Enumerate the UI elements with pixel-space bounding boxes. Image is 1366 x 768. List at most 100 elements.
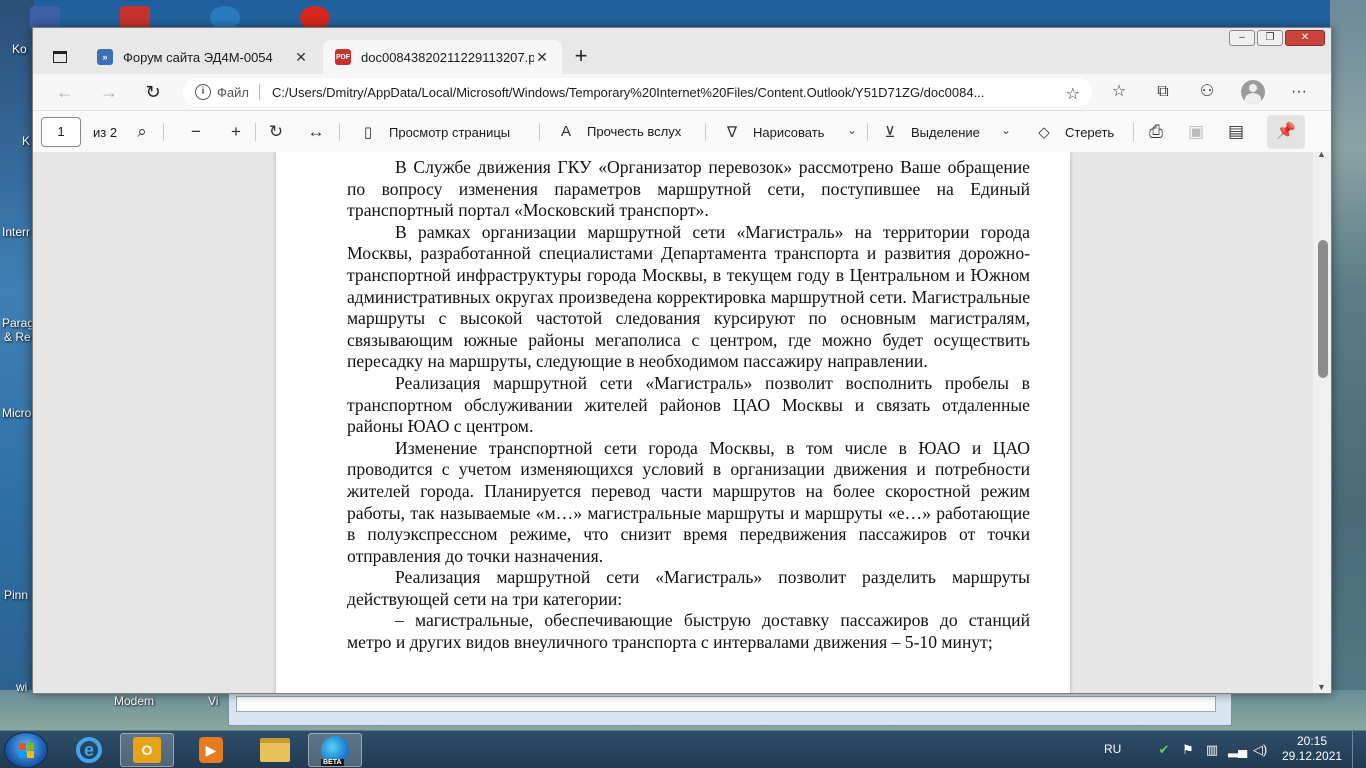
info-icon[interactable]: i: [195, 84, 211, 100]
security-tray-icon[interactable]: ✔: [1156, 742, 1172, 758]
page-view-button[interactable]: ▯ Просмотр страницы: [359, 123, 510, 141]
fit-width-icon[interactable]: ↔: [305, 121, 327, 143]
scroll-up-icon[interactable]: ▲: [1317, 149, 1326, 159]
minimize-button[interactable]: –: [1229, 30, 1255, 46]
pdf-viewer[interactable]: В Службе движения ГКУ «Организатор перев…: [33, 152, 1313, 693]
read-aloud-button[interactable]: A Прочесть вслух: [557, 123, 681, 140]
volume-icon[interactable]: ◁): [1252, 742, 1268, 758]
divider: [867, 123, 868, 141]
draw-button[interactable]: ∇ Нарисовать: [723, 123, 824, 141]
document-paragraph: Реализация маршрутной сети «Магистраль» …: [347, 567, 1030, 609]
desktop-label[interactable]: & Re: [4, 330, 31, 344]
url-scheme: Файл: [217, 84, 249, 100]
scroll-down-icon[interactable]: ▼: [1317, 682, 1326, 692]
desktop-label[interactable]: Pinn: [4, 588, 28, 602]
device-tray-icon[interactable]: ▥: [1204, 742, 1220, 758]
new-tab-button[interactable]: +: [567, 44, 595, 70]
media-player-icon[interactable]: ▶: [184, 733, 238, 767]
zoom-in-icon[interactable]: +: [225, 121, 247, 143]
refresh-button[interactable]: ↻: [139, 80, 167, 104]
show-desktop-button[interactable]: [1352, 731, 1366, 768]
forward-button[interactable]: →: [95, 80, 123, 104]
collections-icon[interactable]: ⧉: [1151, 82, 1175, 102]
rotate-icon[interactable]: ↻: [265, 121, 287, 143]
action-center-flag-icon[interactable]: ⚑: [1180, 742, 1196, 758]
pdf-toolbar: 1 из 2 ⌕ − + ↻ ↔ ▯ Просмотр страницы A П…: [33, 110, 1331, 152]
page-view-icon: ▯: [363, 124, 373, 141]
divider: [539, 123, 540, 141]
favorites-icon[interactable]: ☆: [1107, 82, 1131, 102]
document-paragraph: Реализация маршрутной сети «Магистраль» …: [347, 372, 1030, 437]
desktop-background-left: [0, 0, 34, 730]
windows-logo-icon: [19, 743, 35, 759]
desktop-background-right: [1330, 0, 1366, 730]
language-indicator[interactable]: RU: [1104, 742, 1121, 756]
search-icon[interactable]: ⌕: [131, 121, 153, 143]
tab-title: Форум сайта ЭД4М-0054: [123, 49, 273, 65]
outlook-icon[interactable]: O: [120, 733, 174, 767]
pdf-favicon-icon: PDF: [335, 49, 351, 65]
document-paragraph: – магистральные, обеспечивающие быструю …: [347, 610, 1030, 653]
url-separator: [258, 84, 260, 100]
tab-bar: » Форум сайта ЭД4М-0054 ✕ PDF doc0084382…: [33, 28, 1331, 74]
url-text[interactable]: C:/Users/Dmitry/AppData/Local/Microsoft/…: [272, 85, 1052, 100]
save-as-icon[interactable]: ▤: [1225, 121, 1247, 143]
profile-avatar[interactable]: [1241, 80, 1265, 104]
print-icon[interactable]: ⎙: [1145, 121, 1167, 143]
desktop-label[interactable]: Ko: [12, 42, 27, 56]
internet-explorer-icon[interactable]: e: [62, 733, 116, 767]
highlight-label: Выделение: [911, 124, 980, 140]
taskbar: e O ▶ BETA RU ✔ ⚑ ▥ ▂▄ ◁) 20:15 29.12.20…: [0, 730, 1366, 768]
forum-favicon-icon: »: [97, 49, 113, 65]
highlight-icon: ⊻: [884, 124, 896, 141]
eraser-icon: ◇: [1038, 124, 1050, 141]
url-field[interactable]: i Файл C:/Users/Dmitry/AppData/Local/Mic…: [183, 78, 1092, 106]
tab-pdf[interactable]: PDF doc00843820211229113207.pdf ✕: [323, 40, 562, 74]
close-tab-icon[interactable]: ✕: [534, 49, 550, 66]
erase-button[interactable]: ◇ Стереть: [1035, 123, 1114, 141]
file-explorer-icon[interactable]: [248, 733, 302, 767]
maximize-button[interactable]: ❐: [1257, 30, 1283, 46]
document-paragraph: В рамках организации маршрутной сети «Ма…: [347, 221, 1030, 372]
clock[interactable]: 20:15 29.12.2021: [1282, 734, 1342, 764]
clock-date: 29.12.2021: [1282, 749, 1343, 763]
document-paragraph: Изменение транспортной сети города Москв…: [347, 437, 1030, 566]
desktop-label[interactable]: Interr: [2, 225, 30, 239]
draw-icon: ∇: [726, 124, 738, 141]
close-window-button[interactable]: ✕: [1285, 30, 1325, 46]
network-signal-icon[interactable]: ▂▄: [1228, 742, 1247, 758]
more-menu-icon[interactable]: ···: [1287, 82, 1311, 102]
desktop-label[interactable]: wi: [16, 680, 27, 694]
share-icon[interactable]: ⚇: [1195, 82, 1219, 102]
highlight-options-chevron-down-icon[interactable]: ⌄: [1001, 123, 1011, 137]
page-view-label: Просмотр страницы: [389, 124, 511, 140]
clock-time: 20:15: [1296, 734, 1328, 748]
tab-forum[interactable]: » Форум сайта ЭД4М-0054 ✕: [85, 40, 321, 74]
desktop-label[interactable]: Parag: [2, 316, 34, 330]
tab-title: doc00843820211229113207.pdf: [361, 49, 534, 65]
pin-toolbar-icon[interactable]: 📌: [1267, 115, 1305, 149]
edge-beta-icon[interactable]: BETA: [308, 733, 362, 767]
highlight-button[interactable]: ⊻ Выделение: [881, 123, 980, 141]
add-favorite-icon[interactable]: ☆: [1066, 84, 1080, 104]
save-icon[interactable]: ▣: [1185, 121, 1207, 143]
desktop-label[interactable]: Vi: [208, 694, 218, 708]
close-tab-icon[interactable]: ✕: [293, 49, 309, 66]
divider: [339, 123, 340, 141]
draw-options-chevron-down-icon[interactable]: ⌄: [847, 123, 857, 137]
tab-actions-icon: [53, 51, 67, 63]
scroll-thumb[interactable]: [1318, 240, 1328, 378]
back-button[interactable]: ←: [51, 80, 79, 104]
start-button[interactable]: [4, 732, 48, 768]
tab-actions-button[interactable]: [47, 46, 73, 68]
draw-label: Нарисовать: [753, 124, 825, 140]
divider: [163, 123, 164, 141]
document-paragraph: В Службе движения ГКУ «Организатор перев…: [347, 157, 1030, 221]
page-number-input[interactable]: 1: [41, 117, 81, 147]
vertical-scrollbar[interactable]: ▲ ▼: [1313, 149, 1331, 693]
desktop-label[interactable]: Modem: [114, 694, 154, 708]
desktop-label[interactable]: Micro: [2, 406, 31, 420]
zoom-out-icon[interactable]: −: [185, 121, 207, 143]
desktop-label[interactable]: K: [22, 134, 30, 148]
divider: [705, 123, 706, 141]
